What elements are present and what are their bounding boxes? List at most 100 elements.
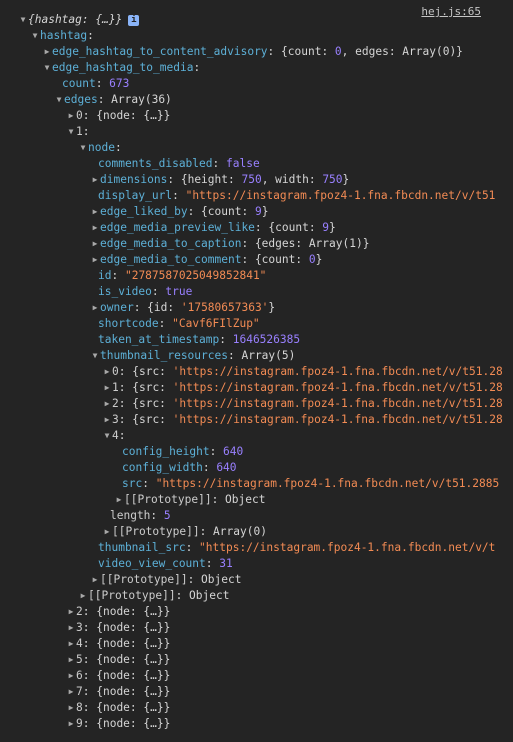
tree-row[interactable]: ▼ 1: bbox=[0, 124, 513, 140]
tree-row: thumbnail_src: "https://instagram.fpoz4-… bbox=[98, 541, 496, 554]
tree-row[interactable]: ▶ [[Prototype]]: Object bbox=[0, 492, 513, 508]
tree-row: shortcode: "Cavf6FIlZup" bbox=[98, 317, 260, 330]
collapsed-triangle-icon[interactable]: ▶ bbox=[66, 700, 76, 716]
collapsed-triangle-icon[interactable]: ▶ bbox=[90, 236, 100, 252]
collapsed-triangle-icon[interactable]: ▶ bbox=[102, 524, 112, 540]
expanded-triangle-icon[interactable]: ▼ bbox=[54, 92, 64, 108]
expanded-triangle-icon[interactable]: ▼ bbox=[78, 140, 88, 156]
tree-row[interactable]: ▶ 6: {node: {…}} bbox=[0, 668, 513, 684]
collapsed-triangle-icon[interactable]: ▶ bbox=[66, 684, 76, 700]
property-key: 0 bbox=[112, 365, 119, 378]
collapsed-triangle-icon[interactable]: ▶ bbox=[66, 636, 76, 652]
tree-row: count: 673 bbox=[62, 77, 130, 90]
property-value: '17580657363' bbox=[180, 301, 269, 314]
tree-row: length: 5 bbox=[110, 509, 171, 522]
tree-row[interactable]: ▶ [[Prototype]]: Object bbox=[0, 572, 513, 588]
collapsed-triangle-icon[interactable]: ▶ bbox=[102, 364, 112, 380]
collapsed-triangle-icon[interactable]: ▶ bbox=[90, 172, 100, 188]
tree-row[interactable]: ▶ edge_liked_by: {count: 9} bbox=[0, 204, 513, 220]
tree-row[interactable]: ▶ 3: {src: 'https://instagram.fpoz4-1.fna… bbox=[0, 412, 513, 428]
tree-row[interactable]: ▶ 8: {node: {…}} bbox=[0, 700, 513, 716]
property-key: [[Prototype]] bbox=[100, 573, 188, 586]
property-key: edge_media_to_caption bbox=[100, 237, 242, 250]
property-value: "https://instagram.fpoz4-1.fna.fbcdn.net… bbox=[185, 189, 496, 202]
tree-row[interactable]: ▼ {hashtag: {…}} i bbox=[0, 12, 513, 28]
property-value: "https://instagram.fpoz4-1.fna.fbcdn.net… bbox=[199, 541, 496, 554]
collapsed-triangle-icon[interactable]: ▶ bbox=[66, 716, 76, 732]
collapsed-triangle-icon[interactable]: ▶ bbox=[42, 44, 52, 60]
tree-row[interactable]: ▶ [[Prototype]]: Object bbox=[0, 588, 513, 604]
property-key: 0 bbox=[76, 109, 83, 122]
collapsed-triangle-icon[interactable]: ▶ bbox=[66, 604, 76, 620]
tree-row[interactable]: ▶ 5: {node: {…}} bbox=[0, 652, 513, 668]
tree-row[interactable]: ▶ 3: {node: {…}} bbox=[0, 620, 513, 636]
tree-row[interactable]: ▶ 7: {node: {…}} bbox=[0, 684, 513, 700]
property-key: 6 bbox=[76, 669, 83, 682]
collapsed-triangle-icon[interactable]: ▶ bbox=[78, 588, 88, 604]
property-value: true bbox=[165, 285, 193, 298]
property-key: edge_liked_by bbox=[100, 205, 188, 218]
property-value: {src: bbox=[132, 413, 173, 426]
tree-row[interactable]: ▶ edge_hashtag_to_content_advisory: {coun… bbox=[0, 44, 513, 60]
property-value: {node: {…}} bbox=[96, 637, 171, 650]
tree-row[interactable]: ▼ edge_hashtag_to_media: bbox=[0, 60, 513, 76]
property-value: } bbox=[329, 221, 336, 234]
tree-row[interactable]: ▶ owner: {id: '17580657363'} bbox=[0, 300, 513, 316]
collapsed-triangle-icon[interactable]: ▶ bbox=[90, 220, 100, 236]
tree-row[interactable]: ▼ node: bbox=[0, 140, 513, 156]
tree-row[interactable]: ▶ 0: {node: {…}} bbox=[0, 108, 513, 124]
collapsed-triangle-icon[interactable]: ▶ bbox=[90, 252, 100, 268]
tree-row[interactable]: ▶ edge_media_preview_like: {count: 9} bbox=[0, 220, 513, 236]
tree-row[interactable]: ▼ hashtag: bbox=[0, 28, 513, 44]
property-key: [[Prototype]] bbox=[112, 525, 200, 538]
property-value: {count: bbox=[281, 45, 335, 58]
tree-row: taken_at_timestamp: 1646526385 bbox=[98, 333, 301, 346]
tree-row[interactable]: ▶ edge_media_to_comment: {count: 0} bbox=[0, 252, 513, 268]
collapsed-triangle-icon[interactable]: ▶ bbox=[66, 620, 76, 636]
collapsed-triangle-icon[interactable]: ▶ bbox=[66, 668, 76, 684]
property-value: 'https://instagram.fpoz4-1.fna.fbcdn.net… bbox=[172, 397, 503, 410]
info-icon[interactable]: i bbox=[128, 14, 140, 26]
expanded-triangle-icon[interactable]: ▼ bbox=[42, 60, 52, 76]
collapsed-triangle-icon[interactable]: ▶ bbox=[90, 300, 100, 316]
property-value: Array(36) bbox=[111, 93, 172, 106]
property-key: [[Prototype]] bbox=[124, 493, 212, 506]
expanded-triangle-icon[interactable]: ▼ bbox=[30, 28, 40, 44]
tree-row[interactable]: ▶ dimensions: {height: 750, width: 750} bbox=[0, 172, 513, 188]
property-key: 5 bbox=[76, 653, 83, 666]
expanded-triangle-icon[interactable]: ▼ bbox=[90, 348, 100, 364]
collapsed-triangle-icon[interactable]: ▶ bbox=[66, 652, 76, 668]
collapsed-triangle-icon[interactable]: ▶ bbox=[114, 492, 124, 508]
property-key: display_url bbox=[98, 189, 173, 202]
tree-row[interactable]: ▶ 0: {src: 'https://instagram.fpoz4-1.fna… bbox=[0, 364, 513, 380]
property-key: 9 bbox=[76, 717, 83, 730]
collapsed-triangle-icon[interactable]: ▶ bbox=[90, 572, 100, 588]
property-key: thumbnail_resources bbox=[100, 349, 228, 362]
property-value: } bbox=[342, 173, 350, 186]
tree-row[interactable]: ▼ edges: Array(36) bbox=[0, 92, 513, 108]
property-value: {hashtag: {…}} bbox=[28, 13, 123, 26]
property-key: thumbnail_src bbox=[98, 541, 186, 554]
tree-row[interactable]: ▼ thumbnail_resources: Array(5) bbox=[0, 348, 513, 364]
expanded-triangle-icon[interactable]: ▼ bbox=[18, 12, 28, 28]
collapsed-triangle-icon[interactable]: ▶ bbox=[102, 412, 112, 428]
tree-row[interactable]: ▶ 9: {node: {…}} bbox=[0, 716, 513, 732]
tree-row[interactable]: ▶ 2: {node: {…}} bbox=[0, 604, 513, 620]
tree-row: config_width: 640 bbox=[122, 461, 237, 474]
collapsed-triangle-icon[interactable]: ▶ bbox=[102, 380, 112, 396]
collapsed-triangle-icon[interactable]: ▶ bbox=[90, 204, 100, 220]
expanded-triangle-icon[interactable]: ▼ bbox=[102, 428, 112, 444]
tree-row[interactable]: ▶ 4: {node: {…}} bbox=[0, 636, 513, 652]
property-value: } bbox=[261, 205, 269, 218]
tree-row[interactable]: ▼ 4: bbox=[0, 428, 513, 444]
property-value: } bbox=[315, 253, 323, 266]
expanded-triangle-icon[interactable]: ▼ bbox=[66, 124, 76, 140]
tree-row[interactable]: ▶ edge_media_to_caption: {edges: Array(1)… bbox=[0, 236, 513, 252]
collapsed-triangle-icon[interactable]: ▶ bbox=[66, 108, 76, 124]
tree-row: is_video: true bbox=[98, 285, 193, 298]
tree-row[interactable]: ▶ 1: {src: 'https://instagram.fpoz4-1.fna… bbox=[0, 380, 513, 396]
collapsed-triangle-icon[interactable]: ▶ bbox=[102, 396, 112, 412]
property-value: "https://instagram.fpoz4-1.fna.fbcdn.net… bbox=[155, 477, 500, 490]
tree-row[interactable]: ▶ [[Prototype]]: Array(0) bbox=[0, 524, 513, 540]
tree-row[interactable]: ▶ 2: {src: 'https://instagram.fpoz4-1.fna… bbox=[0, 396, 513, 412]
